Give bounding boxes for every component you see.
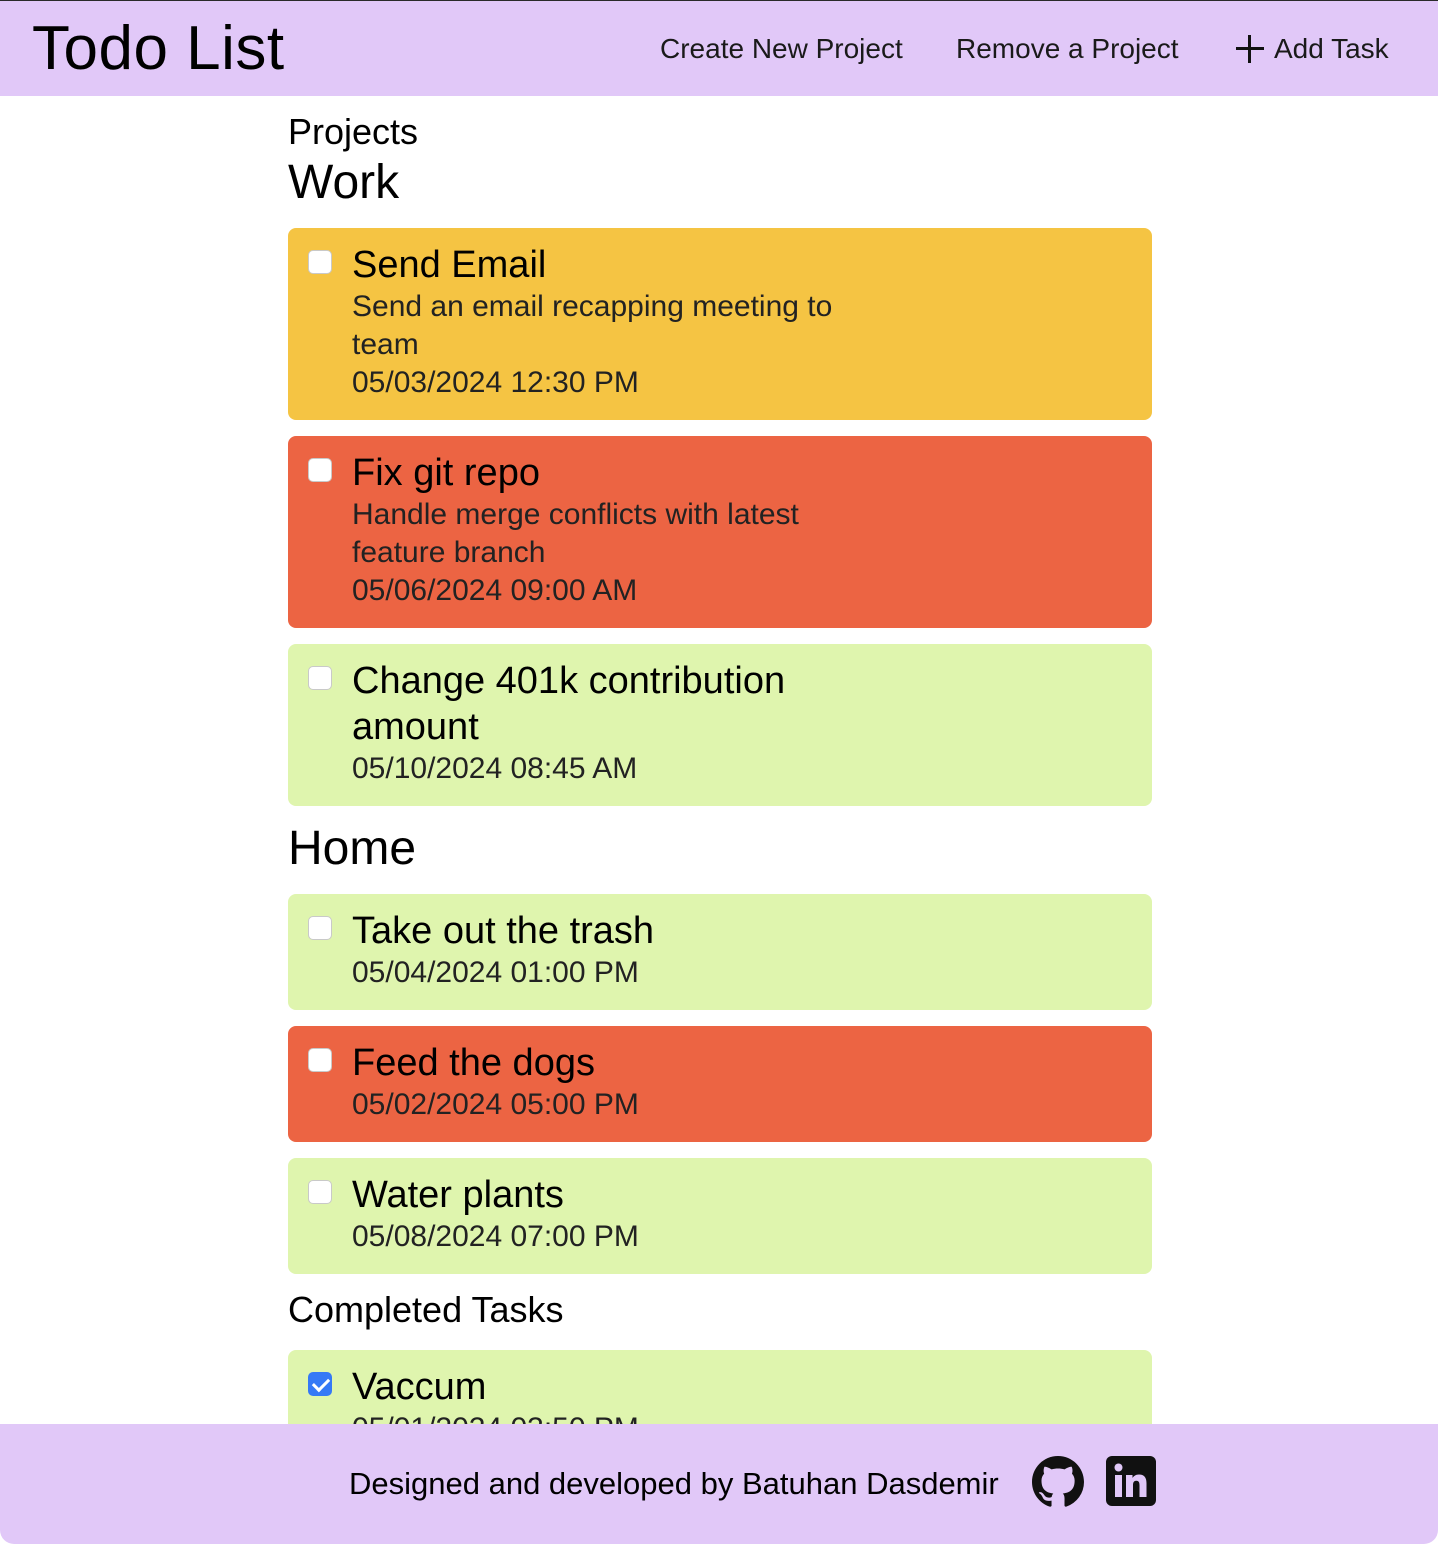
add-task-label: Add Task <box>1274 33 1389 64</box>
task-description: Handle merge conflicts with latest featu… <box>352 498 799 569</box>
app-title: Todo List <box>32 14 285 83</box>
task-card: Water plants 05/08/2024 07:00 PM <box>288 1158 1152 1274</box>
task-title: Water plants <box>352 1174 564 1216</box>
task-card: Fix git repo Handle merge conflicts with… <box>288 436 1152 628</box>
create-project-button[interactable]: Create New Project <box>660 29 903 69</box>
project-title-home: Home <box>288 822 417 875</box>
task-date: 05/08/2024 07:00 PM <box>352 1220 639 1253</box>
completed-tasks-heading: Completed Tasks <box>288 1289 564 1330</box>
task-card: Take out the trash 05/04/2024 01:00 PM <box>288 894 1152 1010</box>
task-title: Fix git repo <box>352 452 540 494</box>
task-card-completed: Vaccum 05/01/2024 03:50 PM <box>288 1350 1152 1424</box>
remove-project-button[interactable]: Remove a Project <box>956 29 1179 69</box>
task-checkbox[interactable] <box>308 250 332 274</box>
github-icon[interactable] <box>1032 1456 1084 1508</box>
plus-icon <box>1236 35 1264 63</box>
project-title-work: Work <box>288 156 400 209</box>
task-card: Send Email Send an email recapping meeti… <box>288 228 1152 420</box>
task-date: 05/06/2024 09:00 AM <box>352 574 638 607</box>
task-card: Feed the dogs 05/02/2024 05:00 PM <box>288 1026 1152 1142</box>
task-checkbox[interactable] <box>308 666 332 690</box>
task-checkbox[interactable] <box>308 916 332 940</box>
task-title: Change 401k contribution amount <box>352 660 786 748</box>
task-date: 05/03/2024 12:30 PM <box>352 366 639 399</box>
task-checkbox[interactable] <box>308 1372 332 1396</box>
task-description: Send an email recapping meeting to team <box>352 290 833 361</box>
main-content: Projects Work Send Email Send an email r… <box>288 96 1152 1424</box>
task-title: Take out the trash <box>352 910 655 952</box>
task-date: 05/01/2024 03:50 PM <box>352 1410 892 1424</box>
projects-heading: Projects <box>288 111 419 152</box>
task-date: 05/02/2024 05:00 PM <box>352 1088 639 1121</box>
app-header: Todo List Create New Project Remove a Pr… <box>0 0 1438 96</box>
app-footer: Designed and developed by Batuhan Dasdem… <box>0 1424 1438 1544</box>
task-title: Feed the dogs <box>352 1042 595 1084</box>
task-card: Change 401k contribution amount 05/10/20… <box>288 644 1152 806</box>
linkedin-icon[interactable] <box>1106 1456 1156 1506</box>
task-checkbox[interactable] <box>308 1180 332 1204</box>
add-task-button[interactable]: Add Task <box>1236 29 1389 69</box>
task-title: Vaccum <box>352 1366 487 1408</box>
task-date: 05/04/2024 01:00 PM <box>352 956 639 989</box>
task-checkbox[interactable] <box>308 1048 332 1072</box>
task-date: 05/10/2024 08:45 AM <box>352 752 638 785</box>
footer-credit: Designed and developed by Batuhan Dasdem… <box>349 1466 999 1501</box>
task-title: Send Email <box>352 244 547 286</box>
task-checkbox[interactable] <box>308 458 332 482</box>
